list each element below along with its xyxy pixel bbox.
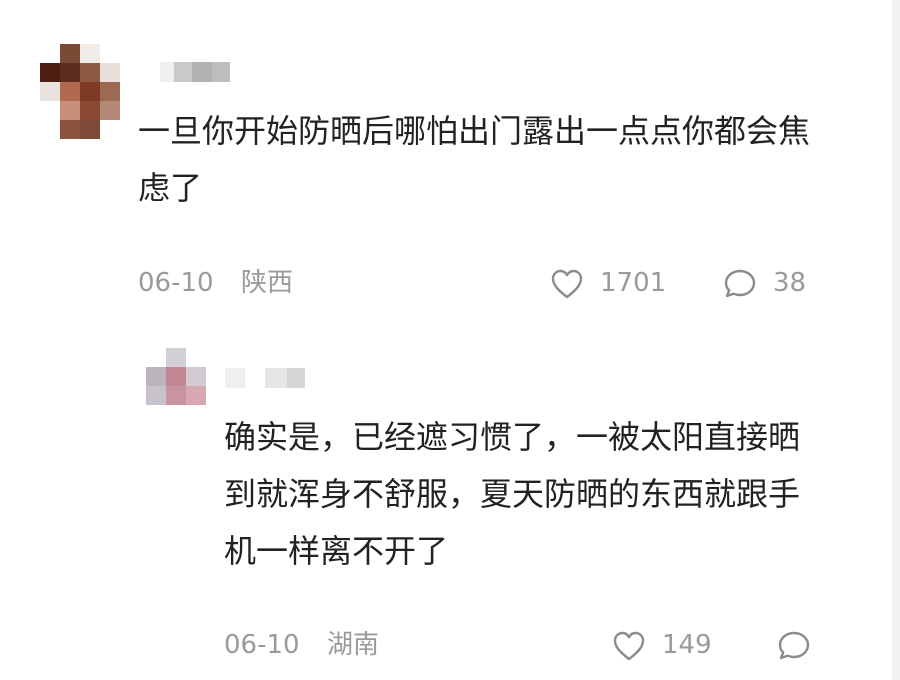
comment-text: 一旦你开始防晒后哪怕出门露出一点点你都会焦虑了 — [138, 112, 811, 207]
heart-outline-icon[interactable] — [612, 630, 646, 662]
author-name-blurred[interactable] — [160, 62, 230, 82]
comment-meta: 06-10 陕西 1701 38 — [138, 268, 818, 302]
reply-meta: 06-10 湖南 149 — [224, 630, 824, 664]
like-count: 1701 — [600, 268, 667, 298]
scrollbar-track[interactable] — [892, 0, 900, 680]
reply-date: 06-10 — [224, 630, 300, 660]
reply-count: 38 — [773, 268, 807, 298]
reply-location: 湖南 — [327, 630, 380, 660]
comment-date: 06-10 — [138, 268, 214, 298]
comment-location: 陕西 — [241, 268, 294, 298]
heart-outline-icon[interactable] — [550, 268, 584, 300]
like-count: 149 — [662, 630, 712, 660]
reply-text: 确实是，已经遮习惯了，一被太阳直接晒到就浑身不舒服，夏天防晒的东西就跟手机一样离… — [224, 418, 801, 570]
comment-bubble-icon[interactable] — [722, 268, 758, 300]
avatar[interactable] — [40, 44, 120, 139]
comment-bubble-icon[interactable] — [776, 630, 812, 662]
avatar[interactable] — [146, 348, 206, 405]
author-name-blurred[interactable] — [225, 368, 305, 388]
